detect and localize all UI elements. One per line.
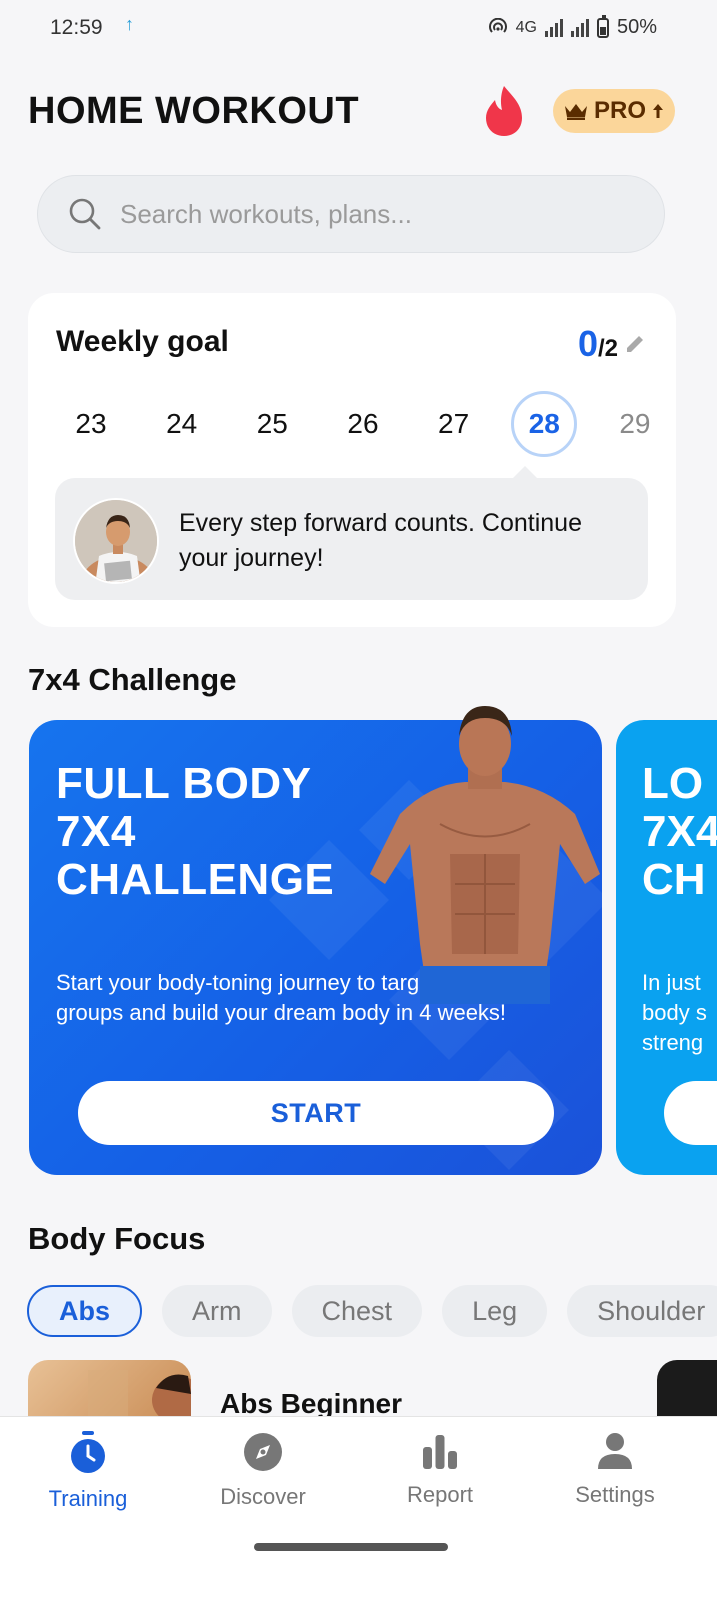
person-icon	[598, 1433, 632, 1469]
battery-level: 50%	[616, 16, 657, 38]
status-time: 12:59	[50, 16, 103, 39]
body-focus-title: Body Focus	[28, 1221, 206, 1256]
day-item[interactable]: 29	[602, 391, 668, 457]
chip-arm[interactable]: Arm	[162, 1285, 272, 1337]
motivation-bubble: Every step forward counts. Continue your…	[55, 466, 648, 600]
stopwatch-icon	[71, 1431, 105, 1473]
challenge-heading-2: LO 7X4 CH	[642, 759, 717, 904]
battery-icon	[596, 14, 609, 38]
signal-icon-2	[570, 18, 589, 37]
search-input[interactable]	[118, 197, 622, 231]
chip-shoulder[interactable]: Shoulder	[567, 1285, 717, 1337]
nav-training[interactable]: Training	[13, 1431, 163, 1512]
nav-label: Report	[406, 1482, 474, 1507]
bar-chart-icon	[423, 1435, 457, 1469]
day-item[interactable]: 25	[239, 391, 305, 457]
athlete-image	[370, 706, 600, 1004]
start-button-2[interactable]	[664, 1081, 717, 1145]
status-icons: 4G 50%	[488, 14, 657, 39]
lower-body-challenge-card[interactable]: LO 7X4 CH In just body s streng	[616, 720, 717, 1175]
body-focus-chips: Abs Arm Chest Leg Shoulder	[27, 1285, 717, 1337]
day-item[interactable]: 26	[330, 391, 396, 457]
crown-icon	[564, 104, 587, 120]
day-item[interactable]: 24	[149, 391, 215, 457]
challenge-heading: FULL BODY 7X4 CHALLENGE	[56, 759, 335, 904]
nav-settings[interactable]: Settings	[540, 1431, 690, 1508]
motivation-text: Every step forward counts. Continue your…	[179, 509, 582, 572]
hotspot-icon	[488, 17, 507, 33]
arrow-up-icon	[653, 104, 663, 118]
chip-leg[interactable]: Leg	[442, 1285, 548, 1337]
weekly-goal-card[interactable]: Weekly goal 0/2 23 24 25 26 27 28 29 Eve…	[28, 293, 676, 627]
pro-button[interactable]: PRO	[553, 89, 675, 133]
goal-done: 0	[577, 323, 598, 364]
abs-beginner-thumbnail[interactable]	[28, 1360, 191, 1420]
bottom-nav: Training Discover Report Settings	[0, 1416, 717, 1601]
weekly-goal-count: 0/2	[578, 323, 618, 365]
nav-label: Training	[48, 1486, 128, 1511]
fire-icon[interactable]	[482, 84, 526, 138]
nav-report[interactable]: Report	[365, 1431, 515, 1508]
workout-thumbnail-2[interactable]	[657, 1360, 717, 1420]
weekly-goal-title: Weekly goal	[56, 325, 229, 358]
nav-label: Settings	[575, 1482, 655, 1507]
goal-target: /2	[597, 335, 618, 362]
network-type: 4G	[515, 18, 537, 36]
challenge-section-title: 7x4 Challenge	[28, 662, 237, 697]
app-title: HOME WORKOUT	[28, 90, 360, 132]
nav-label: Discover	[220, 1484, 306, 1509]
upload-icon: ↑	[125, 14, 134, 34]
status-bar: 12:59 ↑ 4G 50%	[0, 0, 717, 60]
home-indicator[interactable]	[254, 1543, 448, 1551]
nav-discover[interactable]: Discover	[188, 1431, 338, 1510]
edit-icon[interactable]	[624, 333, 646, 355]
search-bar[interactable]	[37, 175, 665, 253]
search-icon	[69, 198, 101, 230]
day-item[interactable]: 27	[421, 391, 487, 457]
coach-avatar	[73, 498, 159, 584]
day-item[interactable]: 23	[58, 391, 124, 457]
start-button[interactable]: START	[78, 1081, 554, 1145]
signal-icon	[544, 18, 563, 37]
chip-chest[interactable]: Chest	[291, 1285, 423, 1337]
chip-abs[interactable]: Abs	[27, 1285, 143, 1337]
compass-icon	[244, 1433, 282, 1471]
pro-label: PRO	[593, 97, 646, 124]
challenge-description-2: In just body s streng	[642, 970, 707, 1055]
week-days: 23 24 25 26 27 28 29	[58, 391, 668, 457]
day-item-today[interactable]: 28	[511, 391, 578, 457]
